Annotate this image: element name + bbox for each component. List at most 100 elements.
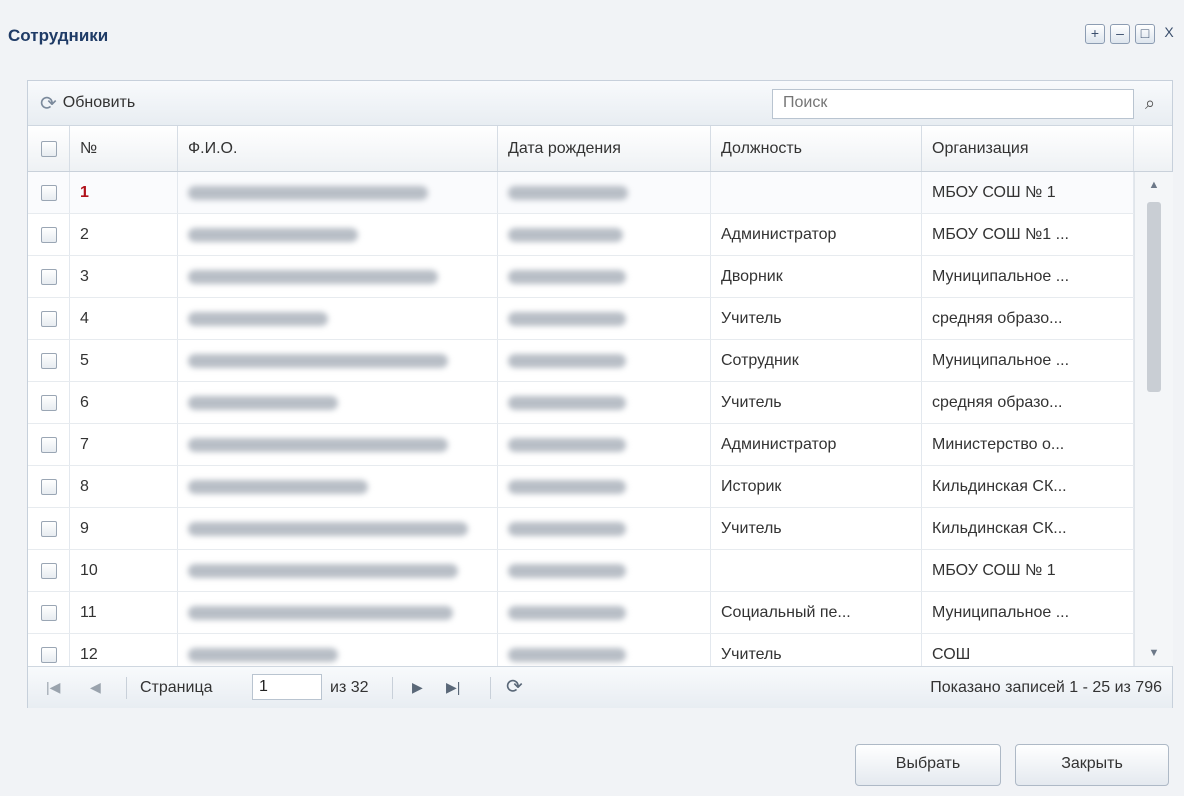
birthdate-redacted (498, 298, 711, 339)
paging-toolbar: |◀ ◀ Страница из 32 ▶ ▶| ⟳ Показано запи… (28, 666, 1172, 708)
organization-cell: Муниципальное ... (922, 592, 1134, 633)
window-controls: + – □ X (1085, 24, 1178, 44)
birthdate-redacted (498, 256, 711, 297)
row-number: 11 (70, 592, 178, 633)
position-cell: Администратор (711, 424, 922, 465)
scroll-up-arrow-icon[interactable]: ▲ (1145, 176, 1163, 194)
refresh-label: Обновить (62, 94, 136, 111)
organization-cell: Муниципальное ... (922, 256, 1134, 297)
table-row[interactable]: 9 Учитель Кильдинская СК... (28, 508, 1134, 550)
prev-page-icon[interactable]: ◀ (90, 667, 101, 708)
search-input[interactable] (773, 90, 1133, 116)
close-icon[interactable]: X (1160, 24, 1178, 42)
organization-cell: СОШ (922, 634, 1134, 666)
page-number-input[interactable] (252, 674, 322, 700)
row-checkbox[interactable] (40, 394, 57, 411)
position-cell: Сотрудник (711, 340, 922, 381)
row-number: 1 (70, 172, 178, 213)
pager-separator (392, 677, 393, 699)
search-button[interactable]: ⌕ (1136, 89, 1164, 117)
last-page-icon[interactable]: ▶| (446, 667, 460, 708)
table-row[interactable]: 1 МБОУ СОШ № 1 (28, 172, 1134, 214)
row-number: 3 (70, 256, 178, 297)
row-checkbox[interactable] (40, 226, 57, 243)
first-page-icon[interactable]: |◀ (46, 667, 60, 708)
row-checkbox[interactable] (40, 310, 57, 327)
organization-cell: Муниципальное ... (922, 340, 1134, 381)
scroll-down-arrow-icon[interactable]: ▼ (1145, 644, 1163, 662)
position-cell: Социальный пе... (711, 592, 922, 633)
table-row[interactable]: 7 Администратор Министерство о... (28, 424, 1134, 466)
row-checkbox[interactable] (40, 520, 57, 537)
row-checkbox-cell (28, 592, 70, 633)
position-cell (711, 550, 922, 591)
close-button[interactable]: Закрыть (1015, 744, 1169, 786)
grid-toolbar: ⟳ Обновить ⌕ (28, 81, 1172, 126)
select-all-cell (28, 126, 70, 171)
fullname-redacted (178, 466, 498, 507)
organization-cell: Министерство о... (922, 424, 1134, 465)
search-icon: ⌕ (1144, 92, 1156, 113)
position-cell: Учитель (711, 298, 922, 339)
table-row[interactable]: 10 МБОУ СОШ № 1 (28, 550, 1134, 592)
table-row[interactable]: 4 Учитель средняя образо... (28, 298, 1134, 340)
employees-panel: ⟳ Обновить ⌕ № Ф.И.О. Дата рождения Долж… (27, 80, 1173, 708)
column-header-fullname[interactable]: Ф.И.О. (178, 126, 498, 171)
organization-cell: Кильдинская СК... (922, 466, 1134, 507)
select-all-checkbox[interactable] (40, 140, 57, 157)
table-row[interactable]: 6 Учитель средняя образо... (28, 382, 1134, 424)
fullname-redacted (178, 340, 498, 381)
table-row[interactable]: 8 Историк Кильдинская СК... (28, 466, 1134, 508)
table-row[interactable]: 5 Сотрудник Муниципальное ... (28, 340, 1134, 382)
row-checkbox[interactable] (40, 562, 57, 579)
column-header-number[interactable]: № (70, 126, 178, 171)
row-checkbox-cell (28, 634, 70, 666)
minimize-icon[interactable]: – (1110, 24, 1130, 44)
position-cell: Дворник (711, 256, 922, 297)
refresh-button[interactable]: ⟳ Обновить (40, 91, 135, 115)
organization-cell: Кильдинская СК... (922, 508, 1134, 549)
row-number: 6 (70, 382, 178, 423)
birthdate-redacted (498, 466, 711, 507)
restore-icon[interactable]: □ (1135, 24, 1155, 44)
fullname-redacted (178, 550, 498, 591)
birthdate-redacted (498, 172, 711, 213)
row-number: 12 (70, 634, 178, 666)
column-header-organization[interactable]: Организация (922, 126, 1134, 171)
organization-cell: средняя образо... (922, 382, 1134, 423)
scroll-thumb[interactable] (1147, 202, 1161, 392)
row-number: 10 (70, 550, 178, 591)
row-checkbox[interactable] (40, 478, 57, 495)
fullname-redacted (178, 298, 498, 339)
row-checkbox-cell (28, 466, 70, 507)
table-row[interactable]: 3 Дворник Муниципальное ... (28, 256, 1134, 298)
row-checkbox[interactable] (40, 184, 57, 201)
table-row[interactable]: 11 Социальный пе... Муниципальное ... (28, 592, 1134, 634)
window-titlebar[interactable]: Сотрудники + – □ X (0, 18, 1184, 52)
next-page-icon[interactable]: ▶ (412, 667, 423, 708)
row-checkbox[interactable] (40, 268, 57, 285)
fullname-redacted (178, 508, 498, 549)
select-button[interactable]: Выбрать (855, 744, 1001, 786)
pager-refresh-icon[interactable]: ⟳ (506, 667, 523, 708)
birthdate-redacted (498, 592, 711, 633)
column-header-birthdate[interactable]: Дата рождения (498, 126, 711, 171)
table-row[interactable]: 2 Администратор МБОУ СОШ №1 ... (28, 214, 1134, 256)
page-total-label: из 32 (330, 679, 369, 696)
row-checkbox[interactable] (40, 646, 57, 663)
column-header-position[interactable]: Должность (711, 126, 922, 171)
organization-cell: МБОУ СОШ №1 ... (922, 214, 1134, 255)
row-checkbox[interactable] (40, 352, 57, 369)
table-row[interactable]: 12 Учитель СОШ (28, 634, 1134, 666)
birthdate-redacted (498, 214, 711, 255)
row-checkbox-cell (28, 172, 70, 213)
organization-cell: МБОУ СОШ № 1 (922, 172, 1134, 213)
birthdate-redacted (498, 508, 711, 549)
row-checkbox[interactable] (40, 436, 57, 453)
fullname-redacted (178, 256, 498, 297)
birthdate-redacted (498, 382, 711, 423)
maximize-plus-icon[interactable]: + (1085, 24, 1105, 44)
birthdate-redacted (498, 340, 711, 381)
row-checkbox[interactable] (40, 604, 57, 621)
vertical-scrollbar[interactable]: ▲ ▼ (1134, 172, 1173, 666)
